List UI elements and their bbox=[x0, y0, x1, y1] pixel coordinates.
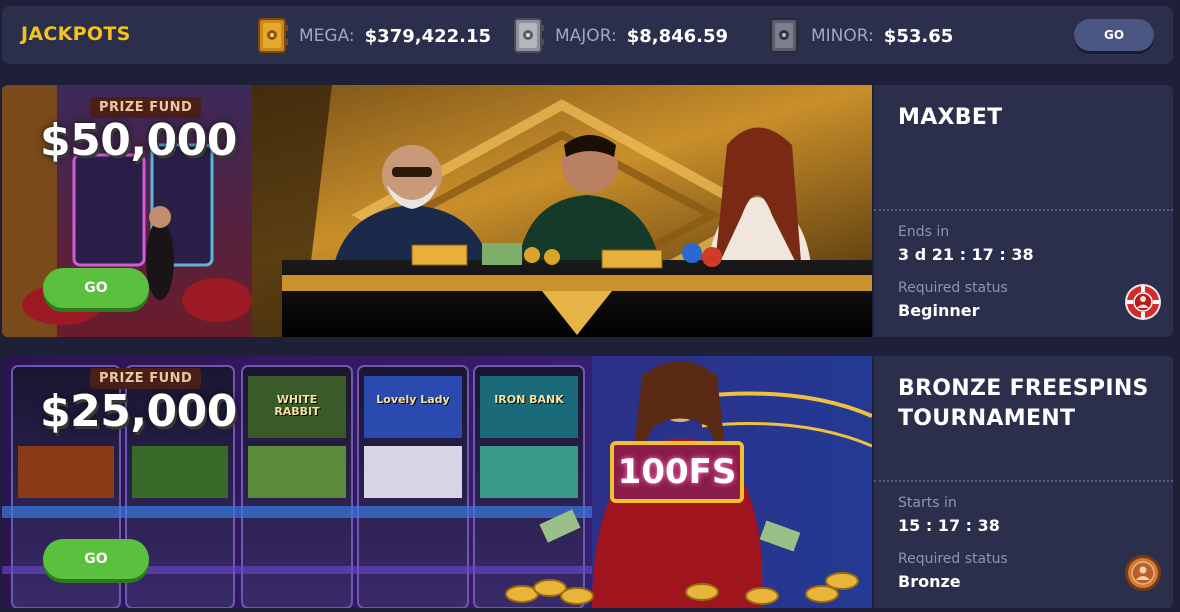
time-value: 15 : 17 : 38 bbox=[898, 516, 1000, 535]
prize-fund-amount: $50,000 bbox=[40, 115, 237, 166]
jackpot-mega-value: $379,422.15 bbox=[364, 25, 492, 47]
jackpot-mega-label: MEGA: bbox=[299, 26, 355, 46]
safe-silver-icon bbox=[514, 18, 544, 53]
tournament-card-bronze-freespins: WHITE RABBIT Lovely Lady IRON BANK 100FS… bbox=[2, 356, 1173, 608]
time-label: Starts in bbox=[898, 495, 957, 511]
time-value: 3 d 21 : 17 : 38 bbox=[898, 245, 1034, 264]
jackpot-bar: JACKPOTS MEGA: $379,422.15 MAJOR: $8,846… bbox=[2, 6, 1173, 64]
bronze-medal-icon bbox=[1125, 555, 1161, 591]
slot-title-white-rabbit: WHITE RABBIT bbox=[274, 393, 320, 418]
jackpots-title: JACKPOTS bbox=[21, 23, 131, 45]
jackpot-major: MAJOR: $8,846.59 bbox=[513, 16, 728, 56]
maxbet-go-button[interactable]: GO bbox=[43, 268, 149, 308]
jackpot-minor: MINOR: $53.65 bbox=[769, 16, 953, 56]
jackpot-mega: MEGA: $379,422.15 bbox=[257, 16, 491, 56]
status-label: Required status bbox=[898, 551, 1008, 567]
jackpot-minor-label: MINOR: bbox=[811, 26, 874, 46]
freespins-sign: 100FS bbox=[610, 441, 744, 503]
status-value: Bronze bbox=[898, 572, 961, 591]
tournament-title: MAXBET bbox=[898, 105, 1003, 130]
info-divider bbox=[874, 209, 1173, 211]
tournament-card-maxbet: PRIZE FUND $50,000 GO MAXBET Ends in 3 d… bbox=[2, 85, 1173, 337]
jackpot-major-value: $8,846.59 bbox=[626, 25, 729, 47]
jackpot-major-label: MAJOR: bbox=[555, 26, 617, 46]
freespins-go-button[interactable]: GO bbox=[43, 539, 149, 579]
slot-title-iron-bank: IRON BANK bbox=[494, 393, 564, 406]
tournament-info-bronze-freespins: BRONZE FREESPINS TOURNAMENT Starts in 15… bbox=[874, 356, 1173, 608]
jackpots-go-button[interactable]: GO bbox=[1074, 19, 1154, 51]
poker-chip-icon bbox=[1125, 284, 1161, 320]
tournament-banner-maxbet[interactable]: PRIZE FUND $50,000 GO bbox=[2, 85, 872, 337]
time-label: Ends in bbox=[898, 224, 950, 240]
info-divider bbox=[874, 480, 1173, 482]
prize-fund-amount: $25,000 bbox=[40, 386, 237, 437]
tournament-banner-bronze-freespins[interactable]: WHITE RABBIT Lovely Lady IRON BANK 100FS… bbox=[2, 356, 872, 608]
status-label: Required status bbox=[898, 280, 1008, 296]
status-value: Beginner bbox=[898, 301, 980, 320]
safe-gold-icon bbox=[258, 18, 288, 53]
tournament-info-maxbet: MAXBET Ends in 3 d 21 : 17 : 38 Required… bbox=[874, 85, 1173, 337]
slot-title-lovely-lady: Lovely Lady bbox=[376, 393, 450, 406]
jackpot-minor-value: $53.65 bbox=[883, 25, 954, 47]
tournament-title: BRONZE FREESPINS TOURNAMENT bbox=[898, 376, 1149, 431]
safe-dark-icon bbox=[770, 18, 800, 53]
